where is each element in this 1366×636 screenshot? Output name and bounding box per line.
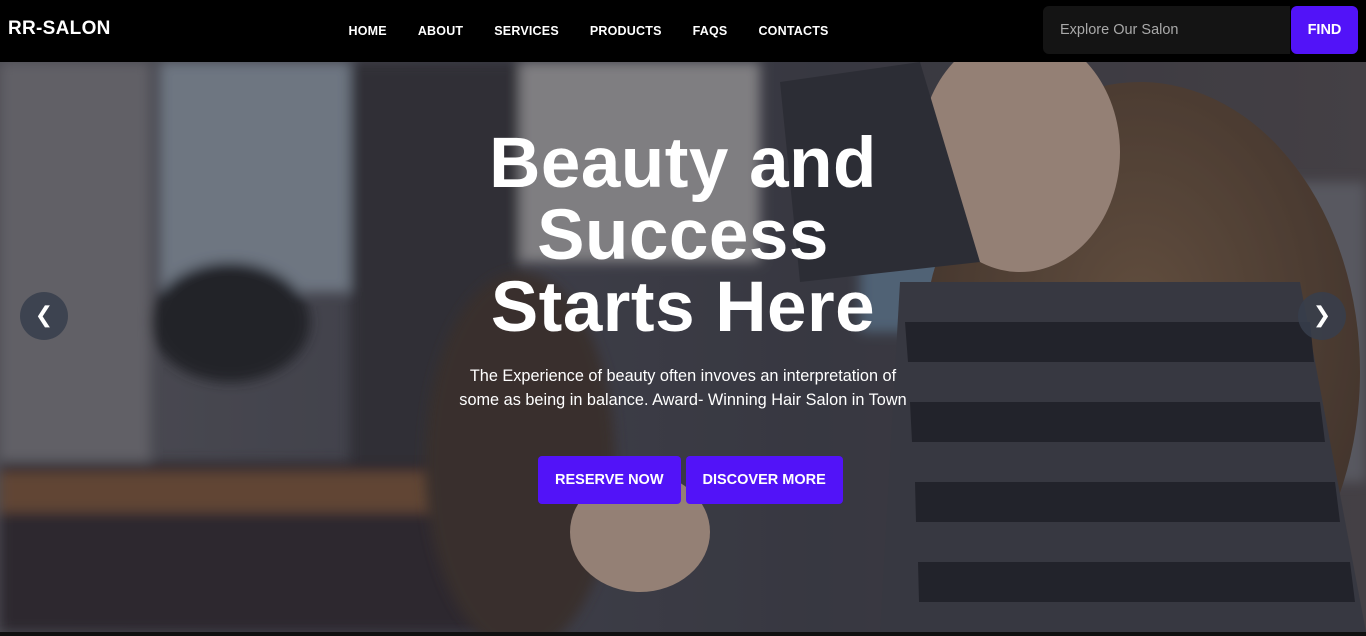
- brand-logo[interactable]: RR-SALON: [8, 18, 111, 40]
- search-bar: FIND: [1043, 6, 1358, 54]
- reserve-now-button[interactable]: RESERVE NOW: [538, 456, 681, 504]
- find-button[interactable]: FIND: [1291, 6, 1358, 54]
- hero-title-line: Success: [537, 196, 829, 275]
- search-input[interactable]: [1043, 6, 1290, 54]
- nav-link-home[interactable]: HOME: [333, 24, 402, 38]
- nav-link-about[interactable]: ABOUT: [402, 24, 478, 38]
- nav-link-services[interactable]: SERVICES: [479, 24, 575, 38]
- page-divider: [0, 632, 1366, 636]
- hero-title-line: Beauty and: [489, 124, 877, 203]
- nav-link-contacts[interactable]: CONTACTS: [743, 24, 844, 38]
- nav-link-products[interactable]: PRODUCTS: [574, 24, 677, 38]
- nav-link-faqs[interactable]: FAQS: [677, 24, 743, 38]
- discover-more-button[interactable]: DISCOVER MORE: [685, 456, 843, 504]
- carousel-next-icon[interactable]: ❯: [1298, 292, 1346, 340]
- hero-title-line: Starts Here: [490, 268, 876, 347]
- top-navbar: RR-SALON HOME ABOUT SERVICES PRODUCTS FA…: [0, 0, 1366, 62]
- hero-title: Beauty and Success Starts Here: [433, 128, 933, 344]
- carousel-prev-icon[interactable]: ❮: [20, 292, 68, 340]
- nav-links: HOME ABOUT SERVICES PRODUCTS FAQS CONTAC…: [333, 0, 844, 62]
- hero-subtitle: The Experience of beauty often invoves a…: [459, 367, 907, 409]
- hero-carousel: Beauty and Success Starts Here The Exper…: [0, 62, 1366, 632]
- hero-buttons: RESERVE NOW DISCOVER MORE: [538, 456, 843, 504]
